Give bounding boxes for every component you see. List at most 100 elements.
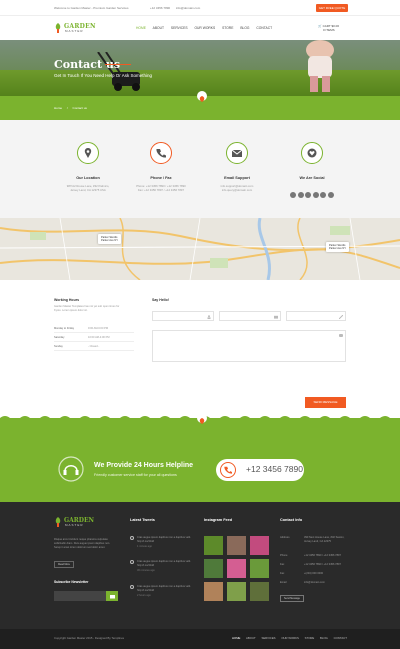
- instagram-photo[interactable]: [204, 536, 223, 555]
- leaf-badge: [197, 413, 207, 424]
- read-more-button[interactable]: Read More: [54, 561, 74, 568]
- footer-nav-store[interactable]: STORE: [305, 636, 315, 640]
- instagram-icon[interactable]: [327, 192, 334, 198]
- bottom-bar: Copyright Garden Master 2015 - Designed …: [0, 629, 400, 649]
- message-textarea[interactable]: [152, 330, 346, 362]
- tweet-item: Cras augue ipsum dapibus non a dapibus v…: [130, 536, 202, 549]
- instagram-photo[interactable]: [227, 536, 246, 555]
- chat-icon: [339, 334, 343, 337]
- say-hello-title: Say Hello!: [152, 298, 169, 302]
- copyright: Copyright Garden Master 2015 - Designed …: [54, 636, 125, 640]
- instagram-photo[interactable]: [204, 559, 223, 578]
- map-pin-1[interactable]: Parker Skords Parker Ave NY: [98, 234, 121, 244]
- newsletter-submit-button[interactable]: [106, 591, 118, 601]
- email-icon: [232, 149, 242, 157]
- instagram-photo[interactable]: [250, 582, 269, 601]
- breadcrumb: Home / Contact us: [54, 106, 87, 110]
- helpline-subtitle: Friendly customer service staff for your…: [94, 473, 177, 477]
- user-icon: [207, 314, 211, 319]
- footer-nav-home[interactable]: HOME: [232, 636, 240, 640]
- map-pin-1-address: Parker Ave NY: [101, 239, 118, 242]
- nav-services[interactable]: SERVICES: [171, 26, 188, 30]
- instagram-photo[interactable]: [204, 582, 223, 601]
- hero-banner: Contact us Get In Touch If You Need Help…: [0, 40, 400, 96]
- newsletter-input[interactable]: [54, 591, 106, 601]
- contact-form-section: Working Hours Garden Master Templates ha…: [0, 280, 400, 418]
- helpline-title: We Provide 24 Hours Helpline: [94, 462, 194, 469]
- breadcrumb-bar: Home / Contact us: [0, 91, 400, 120]
- hours-row: Sunday - Closed -: [54, 344, 134, 351]
- email-title: Email Support: [224, 176, 250, 180]
- child-image: [306, 40, 334, 92]
- breadcrumb-separator: /: [66, 106, 68, 110]
- phone-icon-circle: [150, 142, 172, 164]
- logo[interactable]: GARDEN MASTER: [54, 22, 96, 34]
- social-icon-circle: [301, 142, 323, 164]
- twitter-icon: [130, 585, 134, 589]
- working-hours-title: Working Hours: [54, 298, 80, 302]
- footer-nav-blog[interactable]: BLOG: [320, 636, 328, 640]
- cart-items: 0 ITEMS: [323, 28, 335, 32]
- cart[interactable]: 🛒 CART $0.00 0 ITEMS: [318, 24, 339, 32]
- facebook-icon[interactable]: [290, 192, 297, 198]
- top-email[interactable]: info@domain.com: [176, 6, 200, 10]
- get-free-quote-button[interactable]: GET FREE QUOTE: [316, 4, 348, 12]
- leaf-logo-icon: [55, 23, 61, 33]
- contact-info-section: Our Location 987/A2 Rouse Lane, #32 Palm…: [0, 120, 400, 218]
- nav-our-works[interactable]: OUR WORKS: [194, 26, 215, 30]
- social-icons: [272, 185, 352, 203]
- twitter-icon[interactable]: [297, 192, 304, 198]
- working-hours-description: Garden Master Templates has not yet sub …: [54, 305, 120, 312]
- instagram-photo[interactable]: [227, 559, 246, 578]
- welcome-text: Welcome to Garden Master - Premium Garde…: [54, 6, 129, 10]
- nav-store[interactable]: STORE: [222, 26, 233, 30]
- youtube-icon[interactable]: [320, 192, 327, 198]
- tweet-item: Cras augue ipsum dapibus non a dapibus v…: [130, 560, 202, 573]
- twitter-icon: [130, 536, 134, 540]
- tweets-title: Latest Tweets: [130, 518, 155, 522]
- google-plus-icon[interactable]: [305, 192, 312, 198]
- helpline-phone: +12 3456 7890: [246, 464, 303, 474]
- leaf-logo-icon: [55, 517, 61, 527]
- footer-nav-contact[interactable]: CONTACT: [334, 636, 347, 640]
- phone-icon: [224, 466, 232, 474]
- instagram-photo[interactable]: [227, 582, 246, 601]
- email-field[interactable]: [219, 311, 281, 321]
- footer-send-message-button[interactable]: Send Message: [280, 595, 304, 602]
- name-field[interactable]: [152, 311, 214, 321]
- location-map[interactable]: Parker Skords Parker Ave NY Parker Skord…: [0, 218, 400, 280]
- footer-logo[interactable]: GARDEN MASTER: [54, 516, 94, 528]
- breadcrumb-current: Contact us: [72, 106, 87, 110]
- instagram-title: Instagram Feed: [204, 518, 233, 522]
- nav-about[interactable]: ABOUT: [153, 26, 164, 30]
- phone-title: Phone / Fax: [150, 176, 172, 180]
- phone-icon: [156, 149, 166, 158]
- title-underline: [105, 64, 131, 65]
- subject-field[interactable]: [286, 311, 346, 321]
- envelope-icon: [274, 315, 278, 319]
- helpline-phone-button[interactable]: +12 3456 7890: [216, 459, 304, 481]
- tweet-item: Cras augue ipsum dapibus non a dapibus v…: [130, 585, 202, 598]
- nav-contact[interactable]: CONTACT: [256, 26, 272, 30]
- instagram-photo[interactable]: [250, 559, 269, 578]
- nav-home[interactable]: HOME: [136, 26, 146, 30]
- instagram-photo[interactable]: [250, 536, 269, 555]
- footer-nav: HOME ABOUT SERVICES OUR WORKS STORE BLOG…: [232, 636, 352, 640]
- social-card: We Are Social: [272, 142, 352, 203]
- hours-row: Saturday 10:00 AM-4:00 PM: [54, 335, 134, 342]
- nav-blog[interactable]: BLOG: [240, 26, 249, 30]
- linkedin-icon[interactable]: [312, 192, 319, 198]
- phone-text: Phone: +12 3456 7890 / +12 3456 7890 Fax:…: [136, 184, 186, 193]
- footer: GARDEN MASTER Risque arcu tincidunt nequ…: [0, 502, 400, 629]
- map-pin-2[interactable]: Parker Skords Parker Ave NY: [326, 242, 349, 252]
- pencil-icon: [339, 314, 343, 319]
- location-card: Our Location 987/A2 Rouse Lane, #32 Palm…: [48, 142, 128, 192]
- footer-nav-about[interactable]: ABOUT: [246, 636, 256, 640]
- breadcrumb-home[interactable]: Home: [54, 106, 62, 110]
- footer-nav-services[interactable]: SERVICES: [261, 636, 275, 640]
- footer-about: Risque arcu tincidunt neque pharetra vul…: [54, 538, 111, 549]
- footer-nav-our-works[interactable]: OUR WORKS: [281, 636, 299, 640]
- send-message-button[interactable]: SEND MESSAGE: [305, 397, 346, 408]
- helpline-section: We Provide 24 Hours Helpline Friendly cu…: [0, 413, 400, 502]
- heart-icon: [307, 148, 317, 158]
